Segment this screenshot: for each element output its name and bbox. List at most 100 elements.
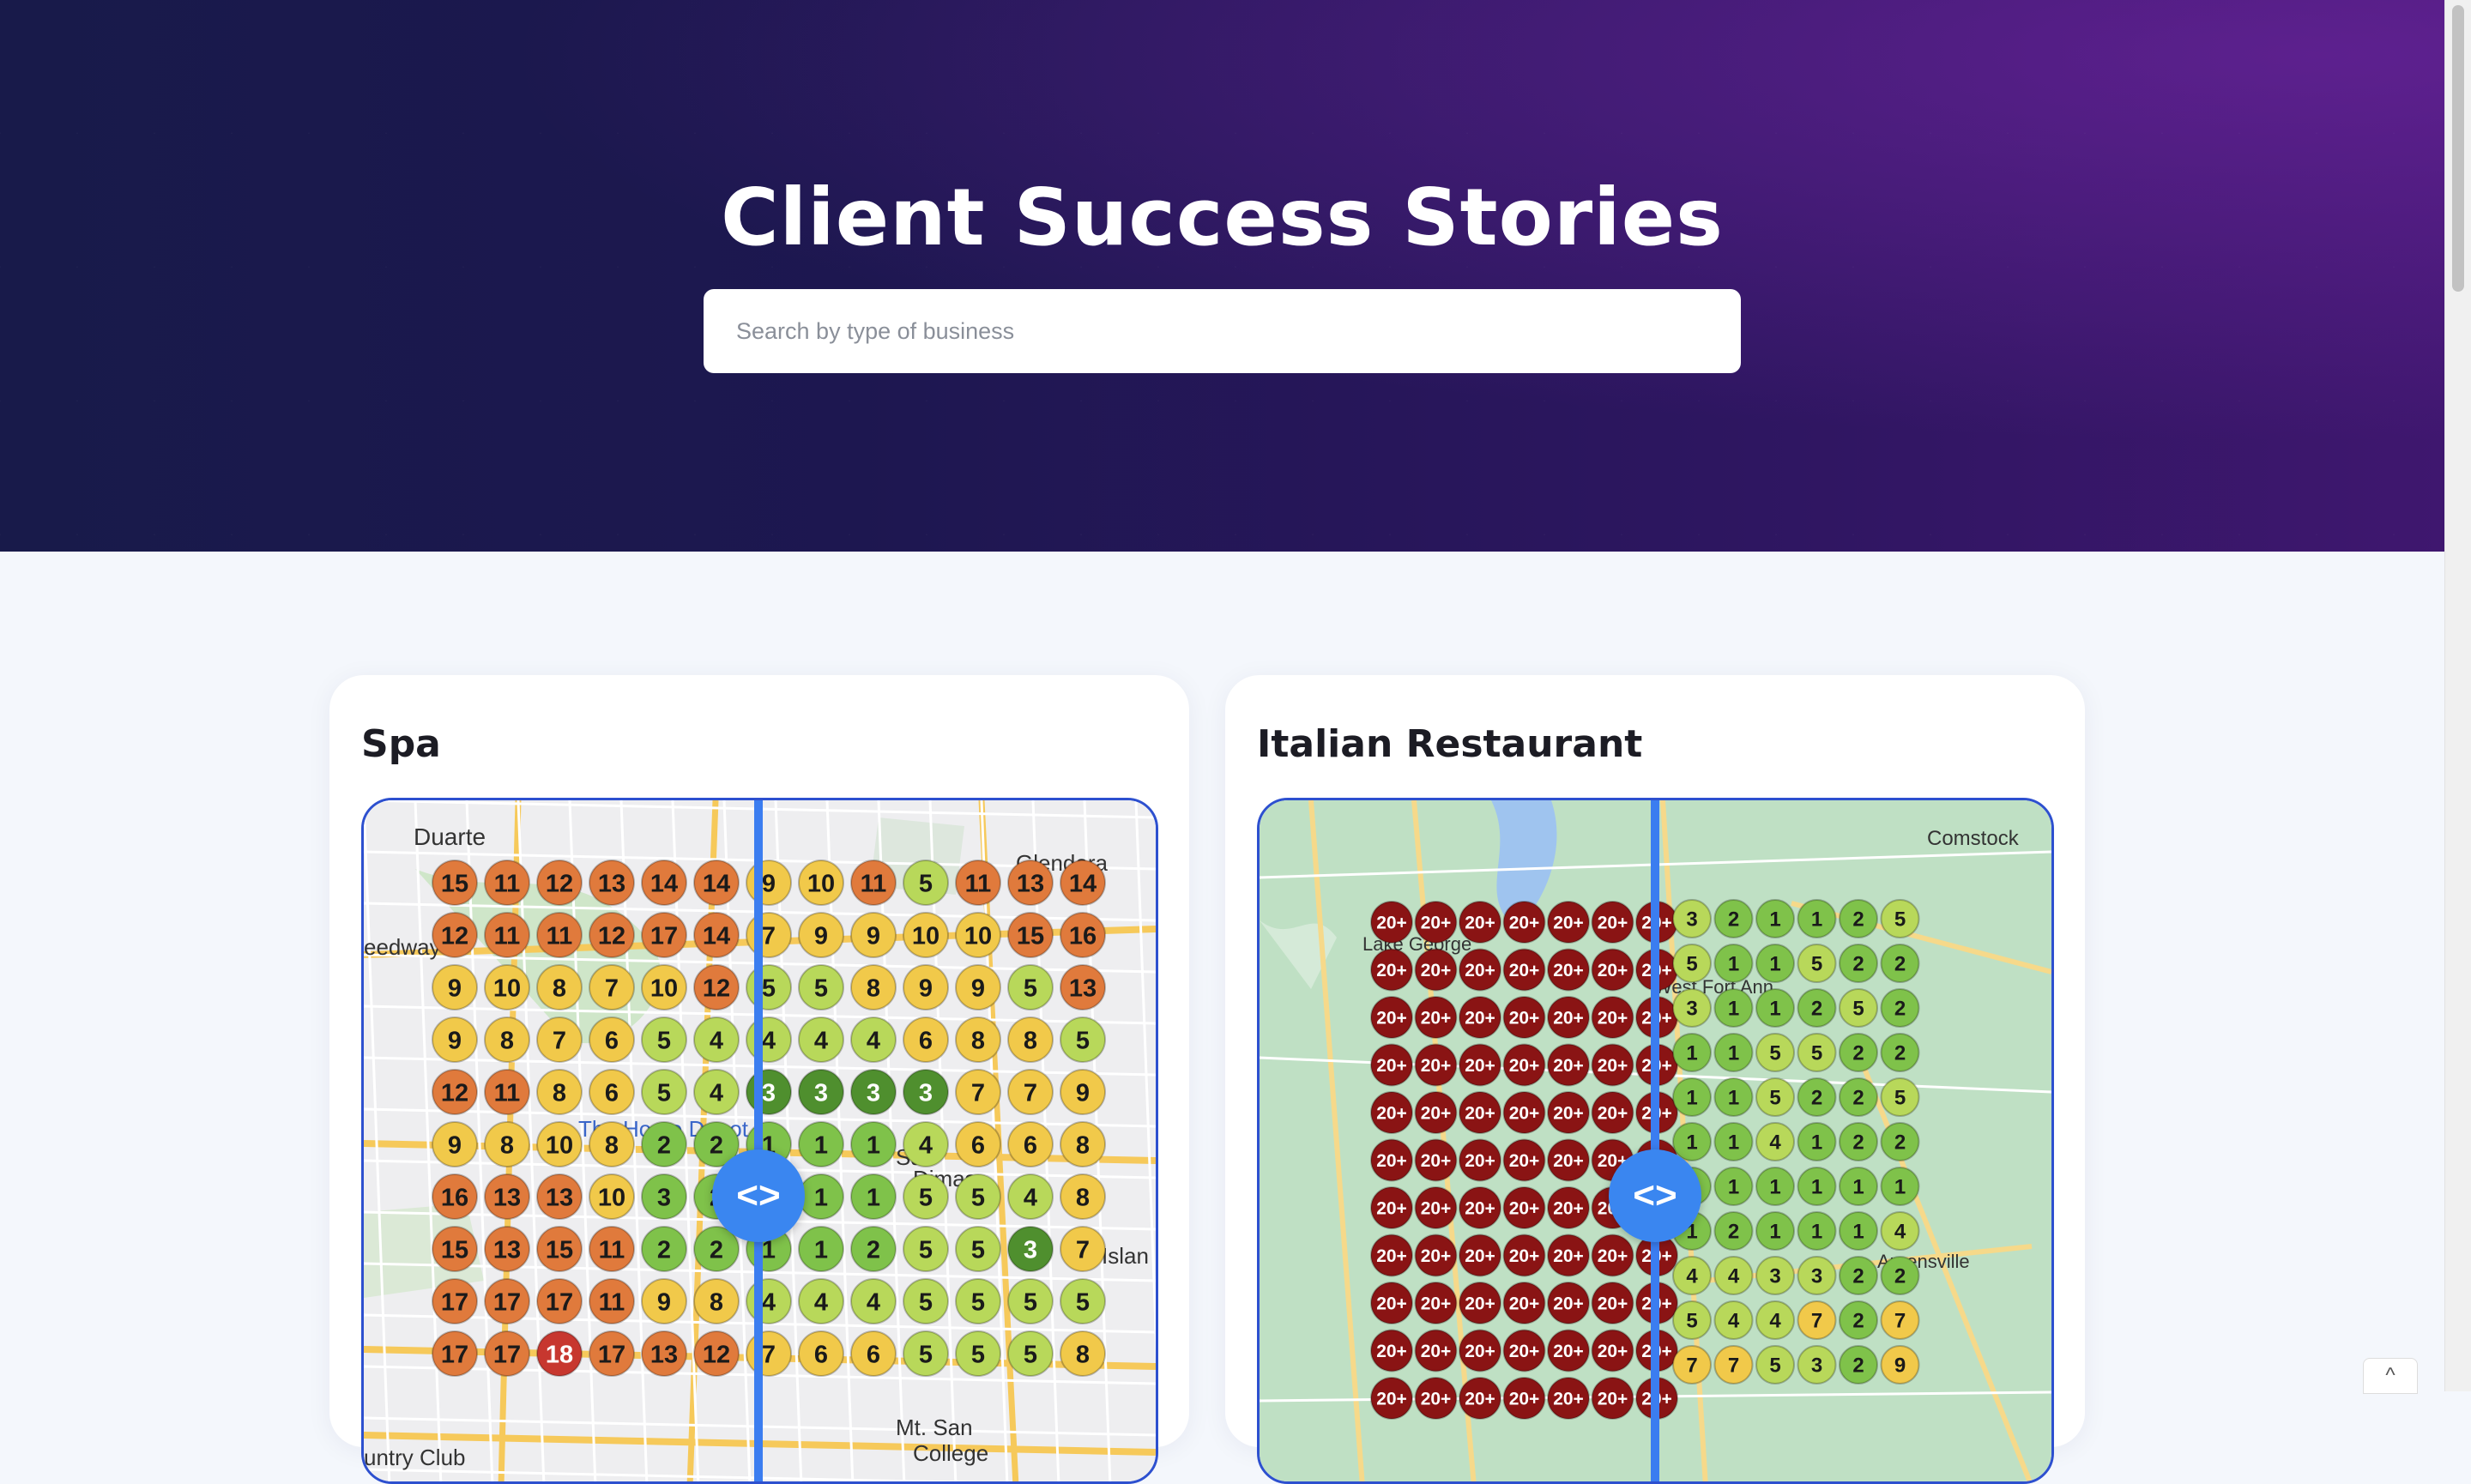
before-after-map-slider[interactable]: DuarteGlendoraeedwayThe Home DepotSanDim… [361, 798, 1158, 1484]
svg-text:20+: 20+ [1421, 1342, 1452, 1361]
ranking-pin: 13 [1007, 860, 1054, 906]
ranking-pin: 6 [798, 1330, 844, 1377]
ranking-pin: 12 [693, 964, 740, 1010]
ranking-pin: 3 [850, 1069, 897, 1115]
ranking-pin: 11 [589, 1278, 635, 1324]
ranking-pin: 1 [1797, 1211, 1837, 1251]
ranking-pin: 2 [1839, 1122, 1878, 1161]
ranking-pin: 2 [1880, 944, 1920, 983]
card-title: Italian Restaurant [1257, 722, 1643, 766]
svg-text:2: 2 [1852, 1354, 1864, 1378]
svg-text:20+: 20+ [1598, 1294, 1628, 1314]
card-title: Spa [361, 722, 441, 766]
svg-text:2: 2 [1852, 1087, 1864, 1110]
ranking-pin: 10 [955, 912, 1001, 958]
svg-text:20+: 20+ [1465, 1056, 1495, 1076]
svg-text:3: 3 [657, 1184, 671, 1211]
ranking-pin: 3 [1672, 899, 1712, 938]
svg-text:8: 8 [553, 1079, 566, 1107]
case-study-card-spa[interactable]: Spa DuarteGlendoraeedwayThe Home DepotSa… [329, 675, 1189, 1484]
svg-text:5: 5 [971, 1288, 985, 1316]
svg-text:11: 11 [494, 922, 521, 950]
map-label: Mt. San [896, 1415, 973, 1440]
ranking-pin: 20+ [1414, 901, 1458, 944]
ranking-pin: 2 [1880, 1033, 1920, 1072]
svg-text:7: 7 [762, 1341, 776, 1368]
ranking-pin: 13 [536, 1173, 583, 1220]
svg-text:4: 4 [867, 1288, 880, 1316]
ranking-pin: 15 [432, 860, 478, 906]
svg-text:5: 5 [1076, 1288, 1090, 1316]
svg-text:3: 3 [1769, 1265, 1780, 1288]
svg-text:3: 3 [919, 1079, 933, 1107]
svg-text:8: 8 [1076, 1341, 1090, 1368]
ranking-pin: 5 [1007, 1278, 1054, 1324]
ranking-pin: 20+ [1414, 1282, 1458, 1324]
svg-text:20+: 20+ [1553, 914, 1584, 933]
ranking-pin: 13 [484, 1226, 530, 1272]
svg-text:5: 5 [657, 1027, 671, 1054]
svg-text:5: 5 [1894, 908, 1906, 932]
ranking-pin: 5 [1060, 1016, 1106, 1063]
svg-text:20+: 20+ [1465, 1246, 1495, 1266]
ranking-pin: 20+ [1502, 996, 1546, 1039]
scrollbar-thumb[interactable] [2452, 5, 2464, 292]
ranking-pin: 5 [955, 1278, 1001, 1324]
ranking-pin: 8 [1007, 1016, 1054, 1063]
svg-text:15: 15 [441, 870, 468, 897]
ranking-pin: 20+ [1547, 1043, 1590, 1087]
ranking-pin: 1 [1713, 944, 1754, 983]
ranking-pin: 9 [850, 912, 897, 958]
slider-handle[interactable]: <> [712, 1149, 805, 1242]
ranking-pin: 20+ [1591, 1043, 1634, 1087]
business-search-input[interactable] [704, 289, 1741, 373]
ranking-pin: 11 [589, 1226, 635, 1272]
ranking-pin: 10 [484, 964, 530, 1010]
svg-text:20+: 20+ [1509, 1151, 1540, 1171]
svg-text:18: 18 [546, 1341, 573, 1368]
ranking-pin: 1 [1755, 944, 1795, 983]
slider-divider[interactable] [754, 800, 763, 1481]
svg-text:20+: 20+ [1509, 1390, 1540, 1409]
svg-text:6: 6 [605, 1079, 619, 1107]
svg-text:11: 11 [599, 1236, 625, 1264]
svg-text:3: 3 [1811, 1354, 1822, 1378]
slider-divider[interactable] [1651, 800, 1659, 1481]
ranking-pin: 6 [1007, 1121, 1054, 1167]
before-after-map-slider[interactable]: Comstock Lake George West Fort Ann Argensvi… [1257, 798, 2054, 1484]
ranking-pin: 5 [1797, 1033, 1837, 1072]
svg-text:1: 1 [1769, 953, 1780, 976]
ranking-pin: 1 [798, 1226, 844, 1272]
ranking-pin: 2 [1839, 1345, 1878, 1384]
svg-text:20+: 20+ [1421, 914, 1452, 933]
ranking-pin: 5 [1797, 944, 1837, 983]
ranking-pin: 1 [1755, 1167, 1795, 1206]
map-label: eedway [364, 934, 441, 960]
svg-text:7: 7 [1686, 1354, 1697, 1378]
ranking-pin: 20+ [1414, 1186, 1458, 1229]
case-study-card-italian-restaurant[interactable]: Italian Restaurant Comstock Lake George We… [1225, 675, 2085, 1484]
ranking-pin: 5 [641, 1016, 687, 1063]
ranking-pin: 1 [850, 1173, 897, 1220]
svg-text:20+: 20+ [1376, 1056, 1407, 1076]
svg-text:2: 2 [867, 1236, 880, 1264]
ranking-pin: 2 [1880, 1122, 1920, 1161]
ranking-pin: 2 [1839, 899, 1878, 938]
ranking-pin: 17 [484, 1330, 530, 1377]
svg-text:5: 5 [657, 1079, 671, 1107]
back-to-top-button[interactable]: ^ [2363, 1358, 2418, 1394]
ranking-pin: 20+ [1547, 1234, 1590, 1277]
ranking-pin: 1 [1839, 1211, 1878, 1251]
ranking-pin: 2 [1839, 1256, 1878, 1295]
ranking-pin: 1 [1713, 1077, 1754, 1117]
ranking-pin: 11 [536, 912, 583, 958]
ranking-pin: 20+ [1459, 1186, 1501, 1229]
svg-text:11: 11 [547, 922, 573, 950]
page-scrollbar[interactable] [2444, 0, 2471, 1391]
ranking-pin: 6 [903, 1016, 949, 1063]
svg-text:1: 1 [814, 1184, 828, 1211]
slider-handle[interactable]: <> [1609, 1149, 1701, 1242]
svg-text:9: 9 [814, 922, 828, 950]
ranking-pin: 8 [484, 1121, 530, 1167]
ranking-pin: 15 [1007, 912, 1054, 958]
